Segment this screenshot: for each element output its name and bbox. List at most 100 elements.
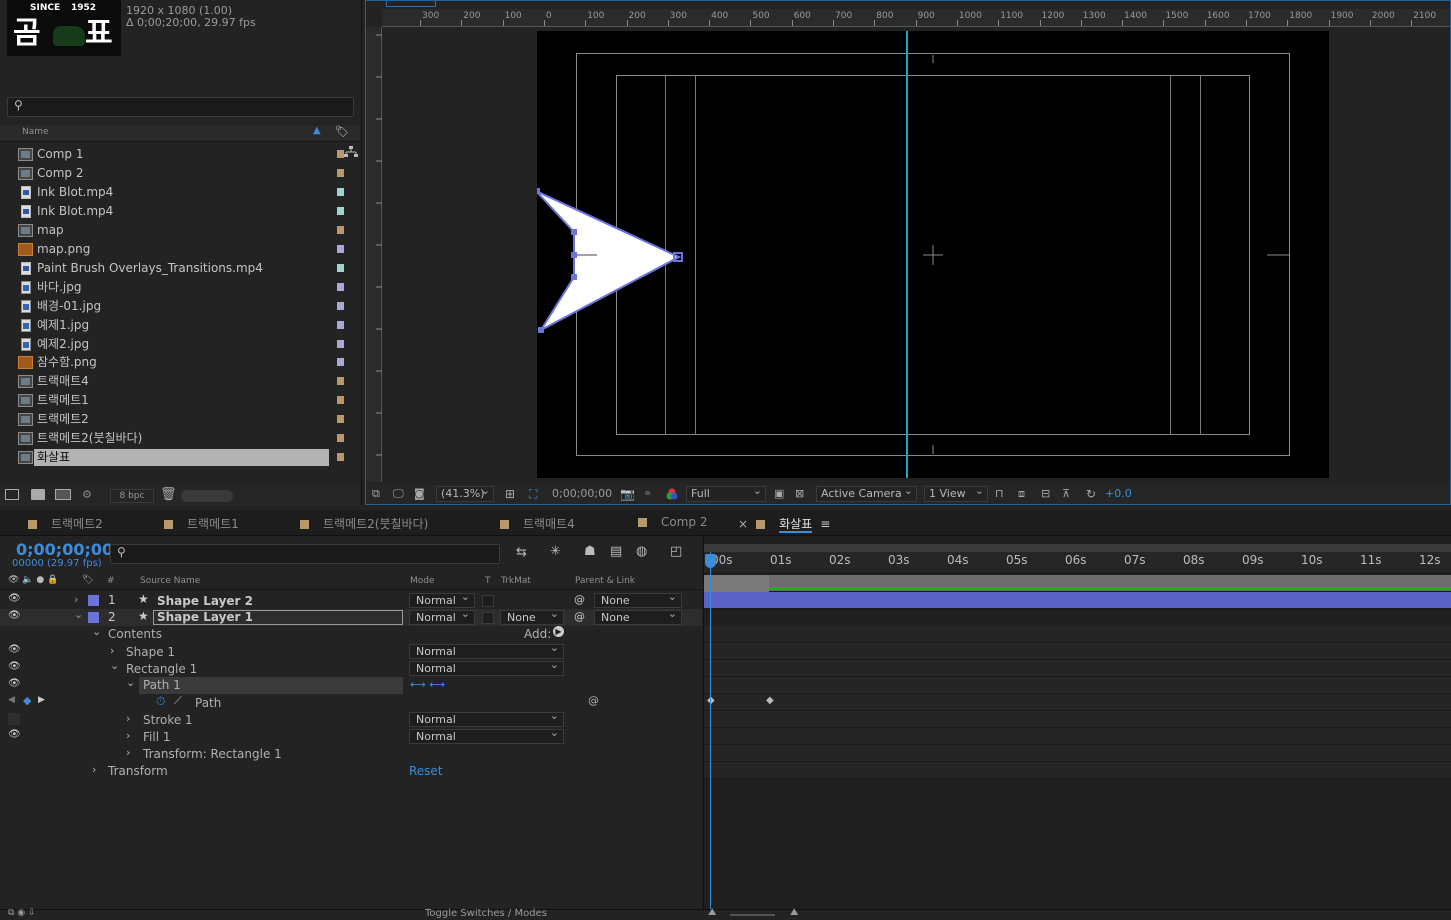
shape1-row[interactable]: 👁 › Shape 1 Normal bbox=[0, 641, 702, 660]
label-color-swatch[interactable] bbox=[337, 339, 344, 348]
visibility-eye-icon[interactable]: 👁 bbox=[8, 729, 21, 741]
layer-mode-dropdown[interactable]: Normal bbox=[409, 590, 475, 608]
project-item[interactable]: 예제2.jpg bbox=[0, 335, 345, 354]
track-matte-dropdown[interactable]: None bbox=[500, 607, 564, 625]
zoom-in-icon[interactable]: ⛰ bbox=[790, 907, 798, 918]
keyframe-diamond-icon[interactable]: ◆ bbox=[766, 695, 774, 706]
region-of-interest-icon[interactable]: ⛶ bbox=[529, 487, 537, 502]
parent-dropdown[interactable]: None bbox=[594, 607, 682, 625]
collapse-chevron-icon[interactable]: ⌄ bbox=[110, 659, 119, 672]
fill1-row[interactable]: 👁 › Fill 1 Normal bbox=[0, 726, 702, 745]
keyframe-diamond-icon[interactable]: ◆ bbox=[23, 694, 31, 707]
pickwhip-icon[interactable]: @ bbox=[574, 610, 585, 623]
add-arrow-icon[interactable]: ▶ bbox=[553, 626, 564, 637]
stopwatch-icon[interactable]: ⏱ bbox=[156, 694, 165, 709]
fast-previews-icon[interactable]: ▣ bbox=[774, 487, 784, 500]
preserve-transparency-checkbox[interactable] bbox=[482, 595, 494, 607]
transparency-grid-icon[interactable]: ⊠ bbox=[795, 487, 804, 500]
expand-chevron-icon[interactable]: › bbox=[92, 763, 96, 776]
vertical-ruler[interactable] bbox=[366, 27, 382, 482]
sort-ascending-icon[interactable]: ▲ bbox=[313, 125, 321, 136]
work-area-bar[interactable] bbox=[704, 544, 1451, 552]
shape1-label[interactable]: Shape 1 bbox=[126, 645, 175, 659]
graph-editor-icon[interactable]: ◰ bbox=[670, 544, 682, 559]
preserve-transparency-checkbox[interactable] bbox=[482, 612, 494, 624]
label-color-swatch[interactable] bbox=[337, 396, 344, 405]
rectangle1-row[interactable]: 👁 ⌄ Rectangle 1 Normal bbox=[0, 658, 702, 677]
prev-keyframe-icon[interactable]: ◀ bbox=[8, 695, 15, 705]
project-item[interactable]: map.png bbox=[0, 240, 345, 259]
label-color-swatch[interactable] bbox=[337, 187, 344, 196]
path1-label[interactable]: Path 1 bbox=[139, 677, 403, 694]
project-item[interactable]: Ink Blot.mp4 bbox=[0, 183, 345, 202]
timeline-tab[interactable]: 트랙매트4 bbox=[500, 515, 575, 532]
timeline-icon[interactable]: ⊟ bbox=[1041, 487, 1050, 500]
fill1-label[interactable]: Fill 1 bbox=[143, 730, 170, 744]
panel-menu-icon[interactable]: ≡ bbox=[820, 517, 830, 531]
footer-icons[interactable]: ⧉ ◉ ⇩ bbox=[8, 908, 36, 918]
monitor-icon[interactable]: 🖵 bbox=[393, 487, 404, 501]
layer-row-1[interactable]: 👁 › 1 ★ Shape Layer 2 Normal @ None bbox=[0, 590, 702, 609]
expand-chevron-icon[interactable]: › bbox=[126, 712, 130, 725]
pickwhip-icon[interactable]: @ bbox=[574, 593, 585, 606]
collapse-chevron-icon[interactable]: ⌄ bbox=[74, 608, 83, 621]
project-item[interactable]: 트랙메트2(붓칠바다) bbox=[0, 429, 345, 448]
viewer-timecode[interactable]: 0;00;00;00 bbox=[552, 487, 612, 500]
fast-preview-3d-icon[interactable]: ⧈ bbox=[1018, 487, 1025, 501]
next-keyframe-icon[interactable]: ▶ bbox=[38, 695, 45, 705]
playhead-handle[interactable] bbox=[705, 554, 716, 568]
label-color-swatch[interactable] bbox=[337, 150, 344, 158]
collapse-chevron-icon[interactable]: ⌄ bbox=[126, 676, 135, 689]
stroke1-row[interactable]: › Stroke 1 Normal bbox=[0, 709, 702, 728]
rectangle1-mode-dropdown[interactable]: Normal bbox=[409, 658, 564, 676]
layer-name[interactable]: Shape Layer 1 bbox=[153, 610, 403, 625]
expand-chevron-icon[interactable]: › bbox=[126, 746, 130, 759]
timeline-tab[interactable]: × 화살표 ≡ bbox=[738, 515, 830, 533]
expand-chevron-icon[interactable]: › bbox=[110, 644, 114, 657]
layer-mode-dropdown[interactable]: Normal bbox=[409, 607, 475, 625]
toggle-switches-modes[interactable]: Toggle Switches / Modes bbox=[425, 908, 547, 919]
zoom-slider[interactable] bbox=[730, 914, 775, 916]
grid-icon[interactable]: ⊞ bbox=[505, 487, 515, 501]
trash-icon[interactable]: 🗑 bbox=[160, 487, 177, 502]
timeline-timecode[interactable]: 0;00;00;00 bbox=[16, 540, 113, 559]
close-tab-icon[interactable]: × bbox=[738, 517, 748, 531]
fill1-mode-dropdown[interactable]: Normal bbox=[409, 726, 564, 744]
visibility-eye-icon[interactable]: 👁 bbox=[8, 644, 21, 656]
viewer-tab-stub[interactable] bbox=[386, 1, 436, 7]
timeline-search-input[interactable]: ⚲ bbox=[110, 544, 500, 564]
visibility-off-box[interactable] bbox=[8, 713, 20, 725]
draft-3d-icon[interactable]: ✳ bbox=[550, 544, 561, 559]
always-preview-icon[interactable]: ⧉ bbox=[372, 487, 380, 501]
timeline-tab[interactable]: 트랙메트1 bbox=[164, 515, 239, 532]
timeline-tab[interactable]: 트랙메트2(붓칠바다) bbox=[300, 515, 428, 532]
stroke1-label[interactable]: Stroke 1 bbox=[143, 713, 193, 727]
visibility-eye-icon[interactable]: 👁 bbox=[8, 593, 21, 605]
project-item[interactable]: 트랙매트4 bbox=[0, 372, 345, 391]
label-color-swatch[interactable] bbox=[337, 434, 344, 443]
interpret-footage-icon[interactable] bbox=[5, 489, 19, 500]
new-composition-icon[interactable] bbox=[55, 489, 71, 500]
layer-name[interactable]: Shape Layer 2 bbox=[157, 594, 253, 608]
thumbnail-scrollbar[interactable] bbox=[181, 490, 233, 502]
view-layout-dropdown[interactable]: 1 View bbox=[924, 484, 988, 502]
shy-layers-icon[interactable]: ☗ bbox=[584, 544, 596, 559]
project-search-input[interactable]: ⚲ bbox=[7, 97, 354, 117]
expand-chevron-icon[interactable]: › bbox=[74, 593, 78, 606]
label-color-swatch[interactable] bbox=[337, 206, 344, 215]
track-layer-2[interactable] bbox=[704, 592, 1451, 609]
project-item[interactable]: 바다.jpg bbox=[0, 278, 345, 297]
reset-link[interactable]: Reset bbox=[409, 764, 443, 778]
toggle-pixel-aspect-icon[interactable]: ⊓ bbox=[995, 487, 1004, 500]
source-name-header[interactable]: Source Name bbox=[140, 576, 200, 586]
snapshot-icon[interactable]: 📷 bbox=[620, 487, 635, 501]
exposure-value[interactable]: +0.0 bbox=[1105, 487, 1132, 500]
path-direction-icons[interactable]: ⟷ ⟷ bbox=[410, 678, 445, 691]
composition-canvas[interactable] bbox=[534, 21, 1329, 491]
project-item[interactable]: 배경-01.jpg bbox=[0, 297, 345, 316]
timeline-tab[interactable]: 트랙메트2 bbox=[28, 515, 103, 532]
collapse-chevron-icon[interactable]: ⌄ bbox=[92, 625, 101, 638]
horizontal-ruler[interactable]: 300 200 100 0 100 200 300 400 500 600 700 800 900 100… bbox=[382, 9, 1450, 27]
label-color-swatch[interactable] bbox=[337, 282, 344, 291]
path1-row[interactable]: 👁 ⌄ Path 1 ⟷ ⟷ bbox=[0, 676, 702, 694]
